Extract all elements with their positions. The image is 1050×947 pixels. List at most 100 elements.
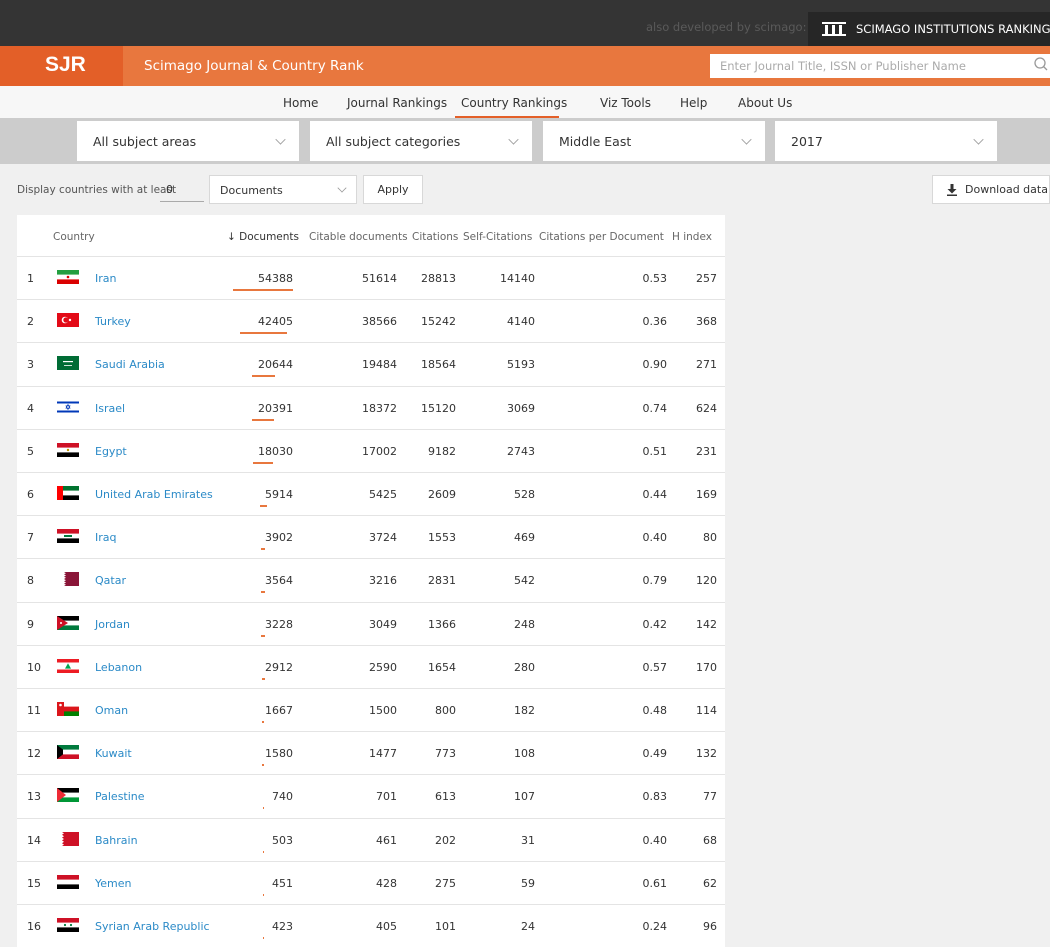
citable-documents-cell: 18372: [362, 401, 397, 415]
documents-bar: [251, 375, 275, 378]
table-row[interactable]: 12 Kuwait 1580 1477 773 108 0.49 132: [17, 731, 725, 774]
column-header-citable-documents[interactable]: Citable documents: [309, 231, 408, 243]
table-row[interactable]: 3 Saudi Arabia 20644 19484 18564 5193 0.90 271: [17, 342, 725, 385]
citations-cell: 9182: [428, 444, 456, 458]
h-index-cell: 132: [696, 747, 717, 761]
search-icon[interactable]: [1034, 56, 1048, 74]
metric-select[interactable]: Documents: [209, 175, 357, 204]
table-row[interactable]: 10 Lebanon 2912 2590 1654 280 0.57 170: [17, 644, 725, 688]
table-row[interactable]: 7 Iraq 3902 3724 1553 469 0.40 80: [17, 515, 725, 558]
column-header-country[interactable]: Country: [53, 231, 95, 243]
table-row[interactable]: 9 Jordan 3228 3049 1366 248 0.42 142: [17, 601, 725, 645]
country-link[interactable]: Syrian Arab Republic: [95, 920, 210, 933]
citations-cell: 800: [435, 704, 456, 717]
documents-bar: [252, 418, 274, 421]
min-count-input[interactable]: 0: [160, 174, 204, 202]
download-data-button[interactable]: Download data: [932, 175, 1050, 204]
country-link[interactable]: Palestine: [95, 790, 145, 803]
site-header: SJR Scimago Journal & Country Rank: [0, 46, 1050, 86]
self-citations-cell: 5193: [507, 358, 535, 372]
column-header-citations[interactable]: Citations: [412, 231, 458, 243]
table-row[interactable]: 15 Yemen 451 428 275 59 0.61 62: [17, 860, 725, 904]
citable-documents-cell: 3049: [369, 617, 397, 631]
search-input[interactable]: [710, 54, 1050, 78]
country-link[interactable]: Yemen: [95, 877, 131, 890]
nav-journal-rankings[interactable]: Journal Rankings: [347, 96, 447, 110]
table-row[interactable]: 4 Israel 20391 18372 15120 3069 0.74 624: [17, 385, 725, 429]
subject-area-select[interactable]: All subject areas: [77, 121, 299, 161]
documents-bar: [261, 677, 265, 680]
country-link[interactable]: Iraq: [95, 531, 117, 544]
documents-cell: 42405: [258, 315, 293, 329]
country-link[interactable]: Lebanon: [95, 661, 142, 674]
citations-per-document-cell: 0.49: [642, 747, 668, 761]
region-select[interactable]: Middle East: [543, 121, 765, 161]
syria-flag-icon: [57, 918, 79, 932]
rank-cell: 8: [27, 574, 34, 588]
self-citations-cell: 4140: [507, 315, 535, 329]
nav-home[interactable]: Home: [283, 96, 318, 110]
country-link[interactable]: Turkey: [95, 315, 131, 328]
subject-category-select[interactable]: All subject categories: [310, 121, 532, 161]
h-index-cell: 624: [696, 401, 717, 415]
h-index-cell: 170: [696, 660, 717, 674]
lebanon-flag-icon: [57, 658, 79, 673]
country-link[interactable]: Iran: [95, 272, 116, 285]
table-row[interactable]: 1 Iran 54388 51614 28813 14140 0.53 257: [17, 256, 725, 299]
documents-bar: [262, 893, 264, 896]
year-select[interactable]: 2017: [775, 121, 997, 161]
kuwait-flag-icon: [57, 745, 79, 760]
column-header-h-index[interactable]: H index: [672, 231, 712, 243]
citations-per-document-cell: 0.53: [642, 272, 668, 285]
country-link[interactable]: Bahrain: [95, 834, 138, 847]
logo-area[interactable]: SJR: [0, 46, 123, 86]
column-header-citations-per-document[interactable]: Citations per Document: [539, 231, 664, 243]
country-link[interactable]: Oman: [95, 704, 128, 717]
nav-help[interactable]: Help: [680, 96, 707, 110]
egypt-flag-icon: [57, 442, 79, 457]
institutions-rankings-link[interactable]: SCIMAGO INSTITUTIONS RANKINGS: [808, 12, 1050, 46]
country-link[interactable]: Egypt: [95, 445, 127, 458]
table-row[interactable]: 16 Syrian Arab Republic 423 405 101 24 0.24 96: [17, 904, 725, 947]
column-header-self-citations[interactable]: Self-Citations: [463, 231, 532, 243]
documents-bar: [239, 332, 287, 335]
column-header-documents[interactable]: ↓ Documents: [227, 231, 299, 243]
table-row[interactable]: 11 Oman 1667 1500 800 182 0.48 114: [17, 688, 725, 731]
self-citations-cell: 2743: [507, 444, 535, 458]
self-citations-cell: 528: [514, 488, 535, 501]
table-row[interactable]: 6 United Arab Emirates 5914 5425 2609 528 0.44…: [17, 472, 725, 515]
nav-viz-tools[interactable]: Viz Tools: [600, 96, 651, 110]
site-title[interactable]: Scimago Journal & Country Rank: [144, 58, 364, 74]
country-link[interactable]: Jordan: [95, 618, 130, 631]
nav-about-us[interactable]: About Us: [738, 96, 792, 110]
table-row[interactable]: 2 Turkey 42405 38566 15242 4140 0.36 368: [17, 299, 725, 342]
saudi-arabia-flag-icon: [57, 356, 79, 371]
country-link[interactable]: Qatar: [95, 574, 126, 587]
h-index-cell: 231: [696, 444, 717, 458]
self-citations-cell: 59: [521, 876, 535, 890]
documents-cell: 3228: [265, 617, 293, 631]
citations-cell: 1654: [428, 660, 456, 674]
h-index-cell: 368: [696, 315, 717, 329]
citable-documents-cell: 5425: [369, 488, 397, 501]
documents-bar: [261, 548, 265, 551]
country-link[interactable]: Saudi Arabia: [95, 358, 165, 371]
country-link[interactable]: Kuwait: [95, 747, 132, 760]
table-row[interactable]: 13 Palestine 740 701 613 107 0.83 77: [17, 774, 725, 817]
rank-cell: 10: [27, 660, 41, 674]
country-link[interactable]: United Arab Emirates: [95, 488, 213, 501]
nav-country-rankings[interactable]: Country Rankings: [461, 96, 567, 110]
citations-cell: 275: [435, 876, 456, 890]
documents-cell: 3564: [265, 574, 293, 588]
table-row[interactable]: 8 Qatar 3564 3216 2831 542 0.79 120: [17, 558, 725, 601]
table-row[interactable]: 5 Egypt 18030 17002 9182 2743 0.51 231: [17, 428, 725, 472]
self-citations-cell: 469: [514, 531, 535, 545]
country-link[interactable]: Israel: [95, 402, 125, 415]
subject-area-value: All subject areas: [93, 134, 197, 149]
chevron-down-icon: [973, 134, 984, 145]
citations-per-document-cell: 0.74: [642, 401, 668, 415]
citable-documents-cell: 2590: [369, 660, 397, 674]
citable-documents-cell: 51614: [362, 272, 397, 285]
table-row[interactable]: 14 Bahrain 503 461 202 31 0.40 68: [17, 817, 725, 861]
apply-button[interactable]: Apply: [363, 175, 423, 204]
